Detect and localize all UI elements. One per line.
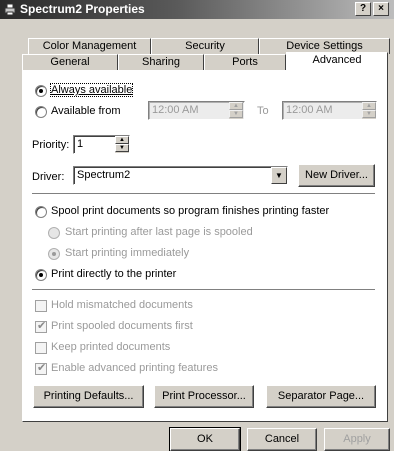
enable-advanced-label: Enable advanced printing features xyxy=(51,362,218,374)
spin-down-icon[interactable]: ▼ xyxy=(115,144,129,152)
print-directly-radio[interactable] xyxy=(35,269,47,281)
from-time-spinner[interactable]: ▲ ▼ xyxy=(229,102,243,119)
start-immediately-radio[interactable] xyxy=(48,248,60,260)
driver-select[interactable]: Spectrum2 xyxy=(73,166,288,185)
divider xyxy=(32,193,375,195)
close-button[interactable]: × xyxy=(373,2,389,16)
apply-button[interactable]: Apply xyxy=(324,428,390,451)
start-after-last-page-radio[interactable] xyxy=(48,227,60,239)
tab-security[interactable]: Security xyxy=(151,38,259,54)
printer-icon xyxy=(4,3,16,16)
tab-sharing[interactable]: Sharing xyxy=(118,54,204,70)
start-immediately-label: Start printing immediately xyxy=(65,247,190,259)
checkmark-icon: ✔ xyxy=(37,320,47,332)
properties-dialog: Spectrum2 Properties ? × Color Managemen… xyxy=(0,0,394,451)
start-after-last-page-label: Start printing after last page is spoole… xyxy=(65,226,253,238)
printing-defaults-button[interactable]: Printing Defaults... xyxy=(33,385,144,408)
priority-spinner[interactable]: ▲ ▼ xyxy=(115,136,129,153)
checkmark-icon: ✔ xyxy=(37,362,47,374)
cancel-button[interactable]: Cancel xyxy=(247,428,317,451)
always-available-label: Always available xyxy=(49,83,134,97)
print-directly-label: Print directly to the printer xyxy=(51,268,177,280)
to-time-spinner[interactable]: ▲ ▼ xyxy=(362,102,376,119)
tab-color-management[interactable]: Color Management xyxy=(28,38,151,54)
keep-printed-checkbox[interactable] xyxy=(35,342,47,354)
spool-radio[interactable] xyxy=(35,206,47,218)
available-from-radio[interactable] xyxy=(35,106,47,118)
always-available-radio[interactable] xyxy=(35,85,47,97)
new-driver-button[interactable]: New Driver... xyxy=(298,164,375,187)
priority-label: Priority: xyxy=(32,139,70,151)
hold-mismatched-checkbox[interactable] xyxy=(35,300,47,312)
divider xyxy=(32,289,375,291)
enable-advanced-checkbox[interactable]: ✔ xyxy=(35,362,47,375)
separator-page-button[interactable]: Separator Page... xyxy=(266,385,376,408)
spin-down-icon[interactable]: ▼ xyxy=(229,110,243,118)
window-title: Spectrum2 Properties xyxy=(20,2,145,16)
spin-up-icon[interactable]: ▲ xyxy=(115,136,129,144)
driver-label: Driver: xyxy=(32,171,65,183)
print-spooled-first-label: Print spooled documents first xyxy=(51,320,193,332)
tab-ports[interactable]: Ports xyxy=(204,54,286,70)
ok-button[interactable]: OK xyxy=(169,427,241,451)
tab-advanced[interactable]: Advanced xyxy=(286,52,388,72)
spin-up-icon[interactable]: ▲ xyxy=(229,102,243,110)
spin-down-icon[interactable]: ▼ xyxy=(362,110,376,118)
spin-up-icon[interactable]: ▲ xyxy=(362,102,376,110)
title-bar[interactable]: Spectrum2 Properties ? × xyxy=(0,0,394,19)
chevron-down-icon[interactable]: ▼ xyxy=(271,167,287,184)
keep-printed-label: Keep printed documents xyxy=(51,341,171,353)
print-spooled-first-checkbox[interactable]: ✔ xyxy=(35,320,47,333)
print-processor-button[interactable]: Print Processor... xyxy=(154,385,254,408)
help-button[interactable]: ? xyxy=(355,2,371,16)
available-from-label: Available from xyxy=(51,105,121,117)
tab-general[interactable]: General xyxy=(22,54,118,70)
to-label: To xyxy=(257,105,269,117)
hold-mismatched-label: Hold mismatched documents xyxy=(51,299,193,311)
spool-label: Spool print documents so program finishe… xyxy=(51,205,330,217)
